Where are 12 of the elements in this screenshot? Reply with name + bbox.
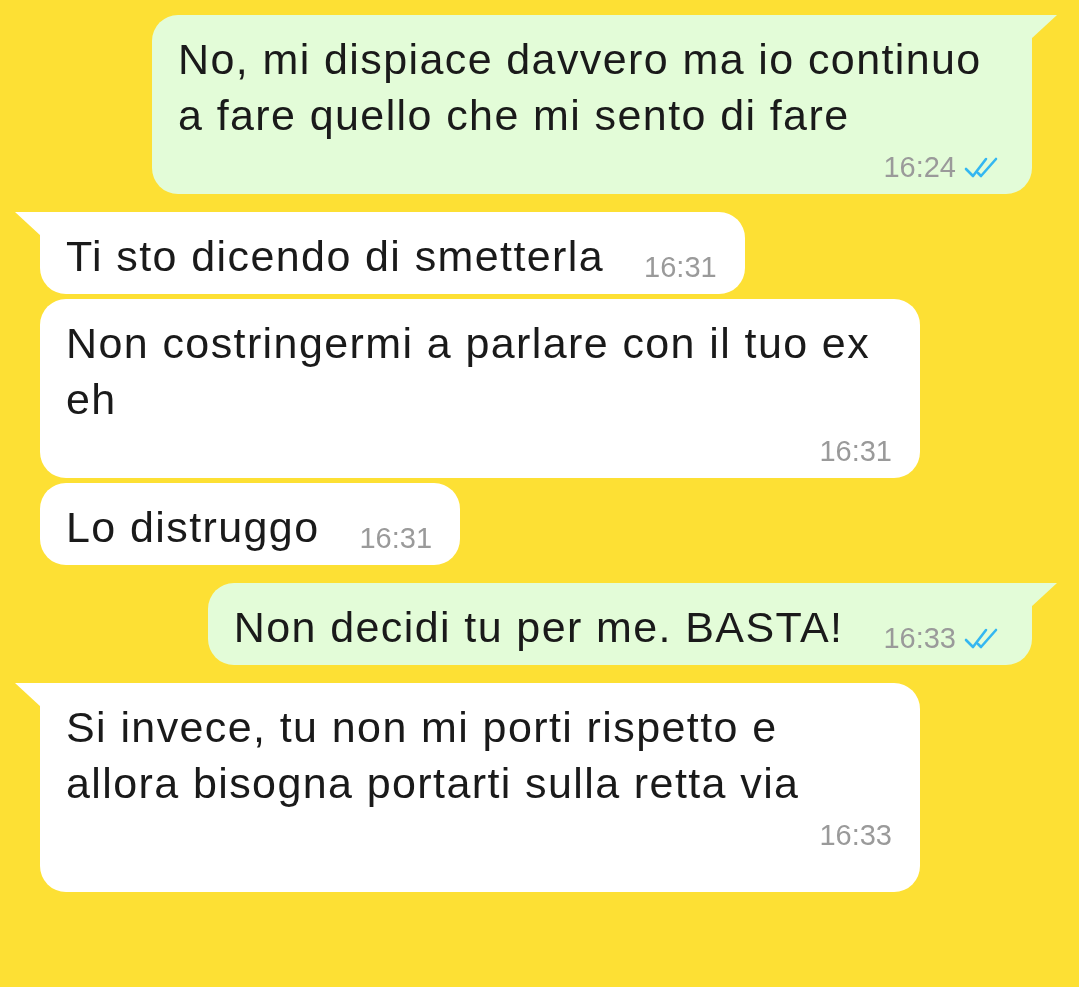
- message-time: 16:33: [819, 819, 892, 852]
- message-text: Ti sto dicendo di smetterla: [66, 231, 605, 282]
- message-time: 16:31: [644, 251, 717, 284]
- message-text: Non costringermi a parlare con il tuo ex eh: [66, 318, 872, 425]
- message-time: 16:31: [359, 522, 433, 555]
- message-text: Lo distruggo: [66, 502, 320, 553]
- message-time: 16:33: [883, 622, 956, 655]
- message-text: No, mi dispiace davvero ma io continuo a fare quello che mi sento di fare: [178, 34, 983, 141]
- message-time: 16:31: [819, 435, 892, 468]
- message-text: Si invece, tu non mi porti rispetto e allora bisogna portarti sulla retta via: [66, 702, 801, 809]
- message-text: Non decidi tu per me. BASTA!: [233, 602, 844, 653]
- message-time: 16:24: [883, 151, 956, 184]
